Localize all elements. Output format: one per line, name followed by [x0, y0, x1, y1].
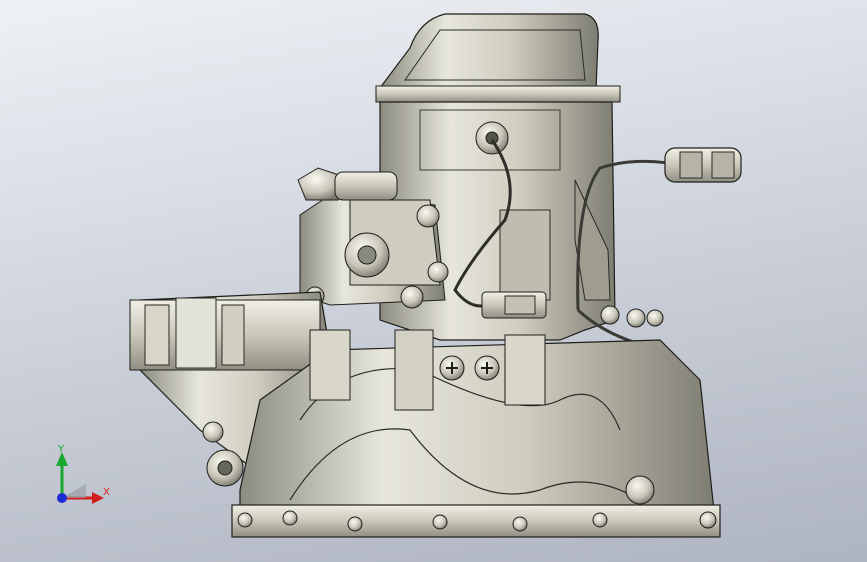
top-cover: [378, 13, 599, 91]
wire-connector: [481, 291, 547, 319]
cover-flange: [375, 85, 621, 103]
axis-triad: Y X: [56, 444, 110, 504]
x-axis-label: X: [103, 487, 110, 498]
z-axis-dot: [57, 493, 67, 503]
bottom-flange: [231, 504, 721, 538]
gearbox-model[interactable]: Y X: [0, 0, 867, 562]
3d-viewport[interactable]: Y X: [0, 0, 867, 562]
electrical-connector: [664, 147, 742, 183]
y-axis-label: Y: [57, 444, 65, 455]
